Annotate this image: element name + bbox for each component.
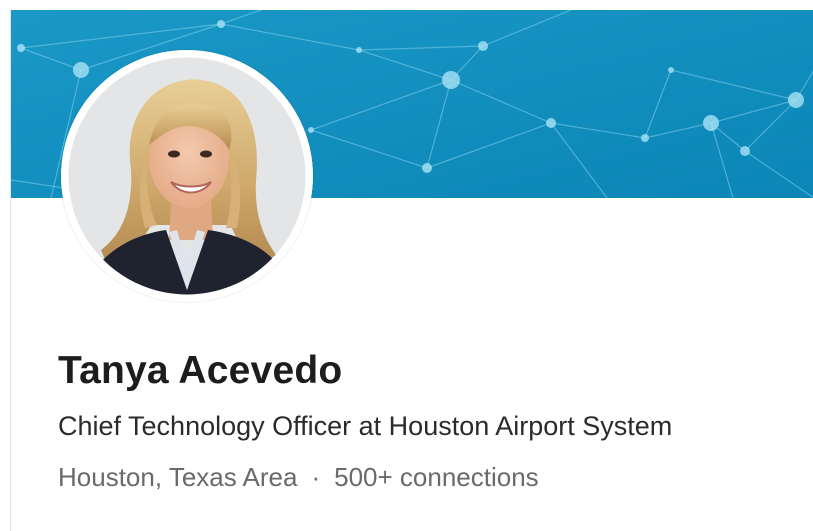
- profile-location: Houston, Texas Area: [58, 462, 298, 492]
- profile-card-page: Tanya Acevedo Chief Technology Officer a…: [0, 0, 813, 531]
- meta-separator: ·: [311, 462, 321, 492]
- profile-photo-icon: [61, 50, 313, 302]
- profile-meta: Houston, Texas Area · 500+ connections: [58, 460, 798, 494]
- profile-name[interactable]: Tanya Acevedo: [58, 346, 798, 396]
- top-margin: [0, 0, 813, 10]
- profile-photo-avatar[interactable]: [61, 50, 313, 302]
- profile-headline: Chief Technology Officer at Houston Airp…: [58, 411, 673, 441]
- profile-info: Tanya Acevedo Chief Technology Officer a…: [58, 346, 798, 494]
- profile-connections[interactable]: 500+ connections: [334, 462, 539, 492]
- profile-card: Tanya Acevedo Chief Technology Officer a…: [10, 10, 813, 531]
